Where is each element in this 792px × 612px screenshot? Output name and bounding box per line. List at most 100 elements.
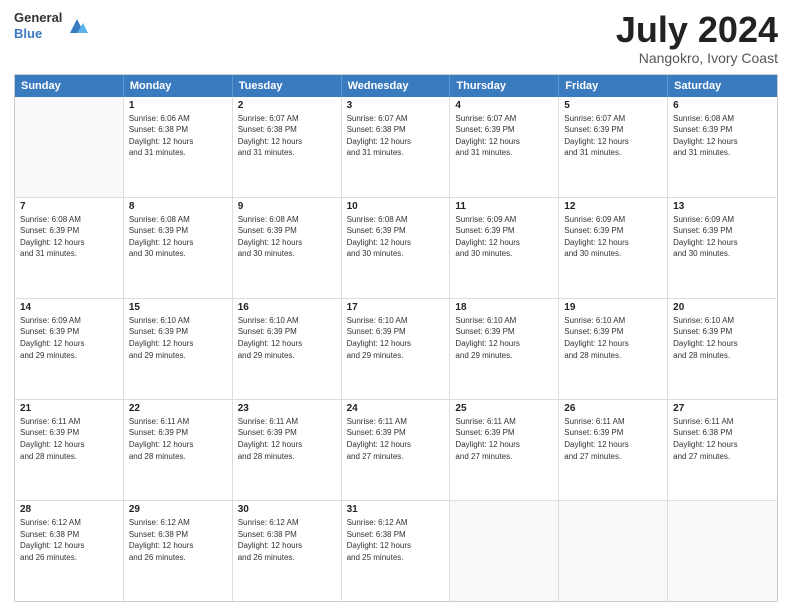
day-number: 26: [564, 403, 662, 414]
calendar-cell: 16 Sunrise: 6:10 AMSunset: 6:39 PMDayligh…: [233, 299, 342, 399]
calendar-cell: [15, 97, 124, 197]
cell-text: Sunrise: 6:12 AMSunset: 6:38 PMDaylight:…: [129, 517, 227, 563]
calendar-cell: 27Sunrise: 6:11 AMSunset: 6:38 PMDayligh…: [668, 400, 777, 500]
title-month: July 2024: [616, 10, 778, 50]
day-number: 7: [20, 201, 118, 212]
calendar-cell: 24Sunrise: 6:11 AMSunset: 6:39 PMDayligh…: [342, 400, 451, 500]
calendar-header-cell: Tuesday: [233, 75, 342, 97]
day-number: 17: [347, 302, 445, 313]
calendar-cell: 9Sunrise: 6:08 AMSunset: 6:39 PMDaylight…: [233, 198, 342, 298]
page: General Blue July 2024 Nangokro, Ivory C…: [0, 0, 792, 612]
title-location: Nangokro, Ivory Coast: [616, 50, 778, 66]
cell-text: Sunrise: 6:08 AMSunset: 6:39 PMDaylight:…: [20, 214, 118, 260]
day-number: 20: [673, 302, 772, 313]
calendar-cell: 13 Sunrise: 6:09 AMSunset: 6:39 PMDayligh…: [668, 198, 777, 298]
calendar-row: 1 Sunrise: 6:06 AMSunset: 6:38 PMDaylight…: [15, 97, 777, 198]
day-number: 18: [455, 302, 553, 313]
day-number: 4: [455, 100, 553, 111]
cell-text: Sunrise: 6:10 AMSunset: 6:39 PMDaylight:…: [238, 315, 336, 361]
day-number: 28: [20, 504, 118, 515]
cell-text: Sunrise: 6:07 AMSunset: 6:38 PMDaylight:…: [347, 113, 445, 159]
calendar-cell: 25Sunrise: 6:11 AMSunset: 6:39 PMDayligh…: [450, 400, 559, 500]
cell-text: Sunrise: 6:10 AMSunset: 6:39 PMDaylight:…: [455, 315, 553, 361]
day-number: 8: [129, 201, 227, 212]
calendar-header-cell: Friday: [559, 75, 668, 97]
calendar-cell: 21 Sunrise: 6:11 AMSunset: 6:39 PMDayligh…: [15, 400, 124, 500]
calendar-row: 28 Sunrise: 6:12 AMSunset: 6:38 PMDayligh…: [15, 501, 777, 601]
calendar-header-cell: Wednesday: [342, 75, 451, 97]
calendar-cell: [559, 501, 668, 601]
cell-text: Sunrise: 6:08 AMSunset: 6:39 PMDaylight:…: [347, 214, 445, 260]
calendar-cell: 28 Sunrise: 6:12 AMSunset: 6:38 PMDayligh…: [15, 501, 124, 601]
calendar-cell: 26 Sunrise: 6:11 AMSunset: 6:39 PMDayligh…: [559, 400, 668, 500]
cell-text: Sunrise: 6:09 AMSunset: 6:39 PMDaylight:…: [673, 214, 772, 260]
calendar-cell: 2 Sunrise: 6:07 AMSunset: 6:38 PMDaylight…: [233, 97, 342, 197]
calendar-cell: 10 Sunrise: 6:08 AMSunset: 6:39 PMDayligh…: [342, 198, 451, 298]
calendar-cell: 6Sunrise: 6:08 AMSunset: 6:39 PMDaylight…: [668, 97, 777, 197]
cell-text: Sunrise: 6:10 AMSunset: 6:39 PMDaylight:…: [673, 315, 772, 361]
calendar-cell: 22 Sunrise: 6:11 AMSunset: 6:39 PMDayligh…: [124, 400, 233, 500]
day-number: 10: [347, 201, 445, 212]
calendar-cell: 4Sunrise: 6:07 AMSunset: 6:39 PMDaylight…: [450, 97, 559, 197]
calendar-cell: 19 Sunrise: 6:10 AMSunset: 6:39 PMDayligh…: [559, 299, 668, 399]
calendar-header-cell: Saturday: [668, 75, 777, 97]
calendar-header-cell: Sunday: [15, 75, 124, 97]
cell-text: Sunrise: 6:09 AMSunset: 6:39 PMDaylight:…: [455, 214, 553, 260]
calendar-row: 7 Sunrise: 6:08 AMSunset: 6:39 PMDaylight…: [15, 198, 777, 299]
calendar-cell: 11 Sunrise: 6:09 AMSunset: 6:39 PMDayligh…: [450, 198, 559, 298]
day-number: 13: [673, 201, 772, 212]
cell-text: Sunrise: 6:12 AMSunset: 6:38 PMDaylight:…: [20, 517, 118, 563]
calendar-cell: [450, 501, 559, 601]
day-number: 22: [129, 403, 227, 414]
calendar-header-cell: Monday: [124, 75, 233, 97]
cell-text: Sunrise: 6:10 AMSunset: 6:39 PMDaylight:…: [347, 315, 445, 361]
day-number: 15: [129, 302, 227, 313]
day-number: 23: [238, 403, 336, 414]
title-block: July 2024 Nangokro, Ivory Coast: [616, 10, 778, 66]
day-number: 1: [129, 100, 227, 111]
calendar-cell: 23 Sunrise: 6:11 AMSunset: 6:39 PMDayligh…: [233, 400, 342, 500]
cell-text: Sunrise: 6:11 AMSunset: 6:39 PMDaylight:…: [564, 416, 662, 462]
header: General Blue July 2024 Nangokro, Ivory C…: [14, 10, 778, 66]
cell-text: Sunrise: 6:11 AMSunset: 6:39 PMDaylight:…: [347, 416, 445, 462]
calendar-cell: 15 Sunrise: 6:10 AMSunset: 6:39 PMDayligh…: [124, 299, 233, 399]
calendar: SundayMondayTuesdayWednesdayThursdayFrid…: [14, 74, 778, 602]
cell-text: Sunrise: 6:11 AMSunset: 6:39 PMDaylight:…: [129, 416, 227, 462]
day-number: 11: [455, 201, 553, 212]
cell-text: Sunrise: 6:11 AMSunset: 6:39 PMDaylight:…: [238, 416, 336, 462]
day-number: 6: [673, 100, 772, 111]
cell-text: Sunrise: 6:06 AMSunset: 6:38 PMDaylight:…: [129, 113, 227, 159]
day-number: 30: [238, 504, 336, 515]
cell-text: Sunrise: 6:10 AMSunset: 6:39 PMDaylight:…: [129, 315, 227, 361]
calendar-cell: 17 Sunrise: 6:10 AMSunset: 6:39 PMDayligh…: [342, 299, 451, 399]
logo: General Blue: [14, 10, 88, 41]
calendar-cell: 5Sunrise: 6:07 AMSunset: 6:39 PMDaylight…: [559, 97, 668, 197]
calendar-cell: 3Sunrise: 6:07 AMSunset: 6:38 PMDaylight…: [342, 97, 451, 197]
cell-text: Sunrise: 6:07 AMSunset: 6:38 PMDaylight:…: [238, 113, 336, 159]
day-number: 19: [564, 302, 662, 313]
cell-text: Sunrise: 6:11 AMSunset: 6:39 PMDaylight:…: [20, 416, 118, 462]
day-number: 14: [20, 302, 118, 313]
calendar-cell: 12Sunrise: 6:09 AMSunset: 6:39 PMDayligh…: [559, 198, 668, 298]
day-number: 16: [238, 302, 336, 313]
calendar-cell: 20 Sunrise: 6:10 AMSunset: 6:39 PMDayligh…: [668, 299, 777, 399]
day-number: 21: [20, 403, 118, 414]
day-number: 29: [129, 504, 227, 515]
cell-text: Sunrise: 6:08 AMSunset: 6:39 PMDaylight:…: [129, 214, 227, 260]
cell-text: Sunrise: 6:11 AMSunset: 6:38 PMDaylight:…: [673, 416, 772, 462]
logo-icon: [66, 15, 88, 37]
cell-text: Sunrise: 6:09 AMSunset: 6:39 PMDaylight:…: [564, 214, 662, 260]
day-number: 5: [564, 100, 662, 111]
logo-blue: Blue: [14, 26, 62, 42]
cell-text: Sunrise: 6:10 AMSunset: 6:39 PMDaylight:…: [564, 315, 662, 361]
calendar-cell: 31Sunrise: 6:12 AMSunset: 6:38 PMDayligh…: [342, 501, 451, 601]
cell-text: Sunrise: 6:12 AMSunset: 6:38 PMDaylight:…: [347, 517, 445, 563]
day-number: 9: [238, 201, 336, 212]
day-number: 2: [238, 100, 336, 111]
calendar-cell: 7 Sunrise: 6:08 AMSunset: 6:39 PMDaylight…: [15, 198, 124, 298]
calendar-cell: 18 Sunrise: 6:10 AMSunset: 6:39 PMDayligh…: [450, 299, 559, 399]
calendar-cell: 29 Sunrise: 6:12 AMSunset: 6:38 PMDayligh…: [124, 501, 233, 601]
calendar-header: SundayMondayTuesdayWednesdayThursdayFrid…: [15, 75, 777, 97]
calendar-header-cell: Thursday: [450, 75, 559, 97]
calendar-body: 1 Sunrise: 6:06 AMSunset: 6:38 PMDaylight…: [15, 97, 777, 601]
